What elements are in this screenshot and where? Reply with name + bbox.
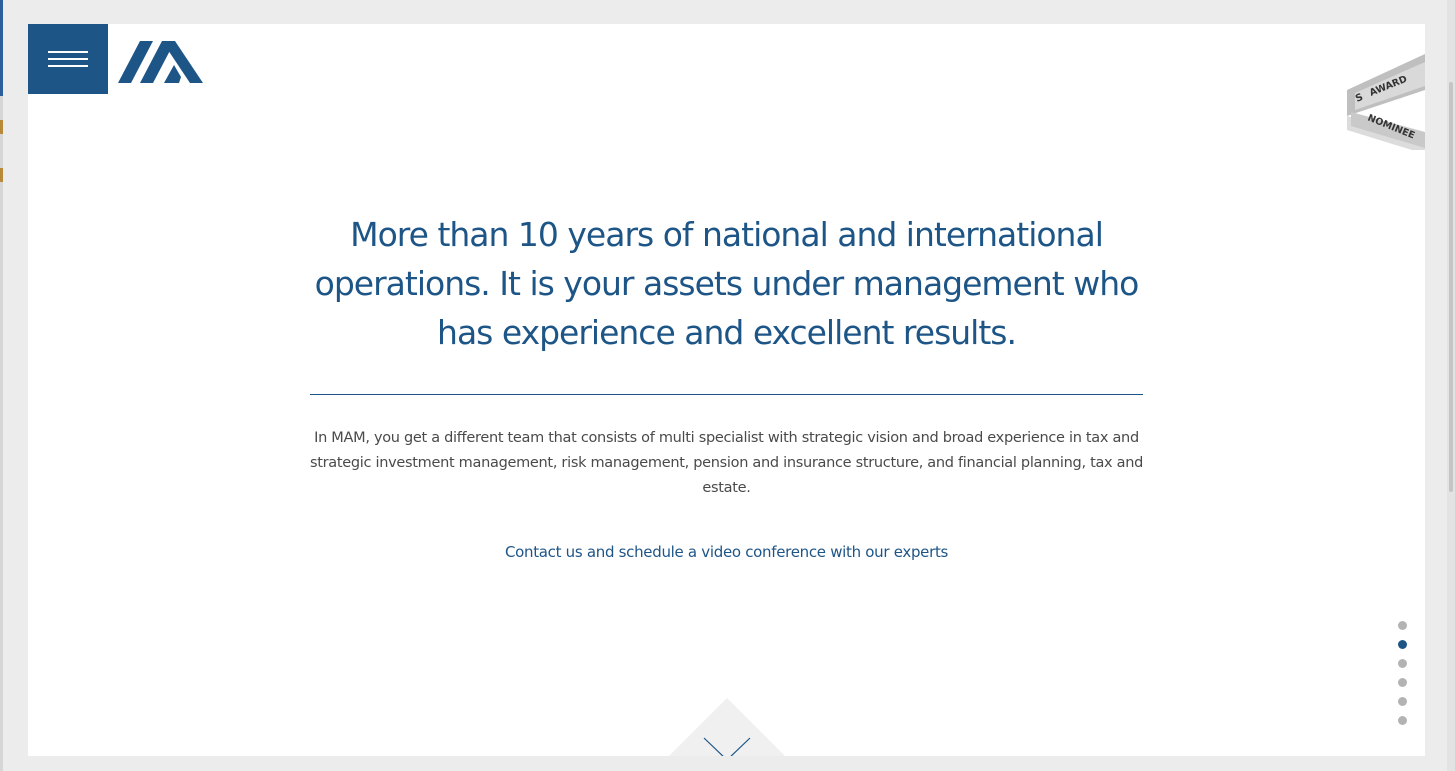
scroll-down-button[interactable] (669, 698, 785, 756)
window-scrollbar[interactable] (1447, 0, 1455, 771)
contact-link[interactable]: Contact us and schedule a video conferen… (328, 540, 1125, 564)
hero-headline: More than 10 years of national and inter… (314, 215, 1140, 352)
section-dot[interactable] (1398, 640, 1407, 649)
page-content: S AWARD NOMINEE More than 10 years of na… (28, 24, 1425, 756)
hero-description: In MAM, you get a different team that co… (309, 430, 1144, 496)
hamburger-menu-icon (48, 51, 88, 53)
section-dot[interactable] (1398, 716, 1407, 725)
hero-divider (310, 394, 1143, 395)
section-dot[interactable] (1398, 659, 1407, 668)
left-edge-marker (0, 120, 3, 134)
section-nav (1398, 621, 1408, 735)
left-edge-marker (0, 168, 3, 182)
hamburger-menu-icon (48, 65, 88, 67)
menu-button[interactable] (28, 24, 108, 94)
section-dot[interactable] (1398, 621, 1407, 630)
hamburger-menu-icon (48, 58, 88, 60)
left-edge-accent (0, 0, 3, 96)
section-dot[interactable] (1398, 678, 1407, 687)
window-left-edge (0, 0, 3, 771)
award-ribbon-icon[interactable]: S AWARD NOMINEE (1347, 54, 1425, 154)
scrollbar-thumb[interactable] (1449, 82, 1453, 492)
section-dot[interactable] (1398, 697, 1407, 706)
mam-logo-icon[interactable] (118, 38, 204, 84)
scroll-down-tab (669, 698, 785, 756)
